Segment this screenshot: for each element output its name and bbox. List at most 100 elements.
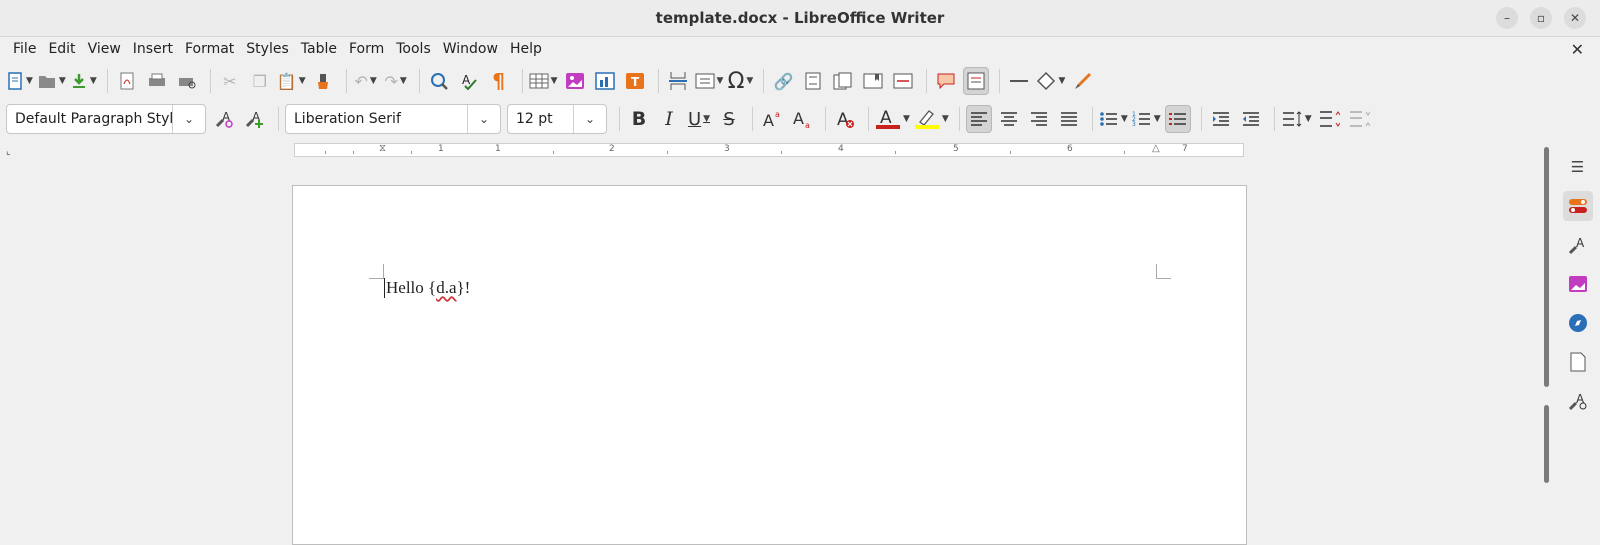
font-name-combo[interactable]: Liberation Serif ⌄ bbox=[285, 104, 501, 134]
line-spacing-icon[interactable]: ▼ bbox=[1281, 105, 1312, 133]
menu-table[interactable]: Table bbox=[295, 37, 343, 61]
save-icon[interactable]: ▼ bbox=[70, 67, 97, 95]
menu-window[interactable]: Window bbox=[437, 37, 504, 61]
hyperlink-icon[interactable]: 🔗 bbox=[770, 67, 796, 95]
right-indent-marker[interactable]: △ bbox=[1152, 143, 1160, 154]
open-icon[interactable]: ▼ bbox=[37, 67, 66, 95]
paragraph-style-value[interactable]: Default Paragraph Styl bbox=[7, 111, 172, 127]
find-replace-icon[interactable] bbox=[426, 67, 452, 95]
menu-file[interactable]: File bbox=[7, 37, 42, 61]
misspelled-word[interactable]: d.a bbox=[436, 278, 456, 297]
menu-help[interactable]: Help bbox=[504, 37, 548, 61]
paragraph-spacing-decrease-icon[interactable] bbox=[1346, 105, 1372, 133]
menu-view[interactable]: View bbox=[82, 37, 127, 61]
font-name-value[interactable]: Liberation Serif bbox=[286, 111, 467, 127]
document-paragraph[interactable]: Hello {d.a}! bbox=[384, 278, 470, 298]
menu-edit[interactable]: Edit bbox=[42, 37, 81, 61]
strikethrough-icon[interactable]: S bbox=[716, 105, 742, 133]
menu-styles[interactable]: Styles bbox=[240, 37, 294, 61]
menu-insert[interactable]: Insert bbox=[127, 37, 179, 61]
table-icon[interactable]: ▼ bbox=[529, 67, 558, 95]
cut-icon[interactable]: ✂ bbox=[217, 67, 243, 95]
cross-reference-icon[interactable] bbox=[890, 67, 916, 95]
gallery-icon[interactable] bbox=[1563, 269, 1593, 299]
svg-text:A: A bbox=[763, 111, 774, 129]
text-box-icon[interactable]: T bbox=[622, 67, 648, 95]
maximize-button[interactable]: ▫ bbox=[1530, 7, 1552, 29]
image-icon[interactable] bbox=[562, 67, 588, 95]
subscript-icon[interactable]: Aa bbox=[789, 105, 815, 133]
menu-tools[interactable]: Tools bbox=[390, 37, 437, 61]
chart-icon[interactable] bbox=[592, 67, 618, 95]
font-color-icon[interactable]: A ▼ bbox=[875, 105, 910, 133]
separator bbox=[106, 69, 108, 93]
style-inspector-icon[interactable]: A bbox=[1563, 386, 1593, 416]
clear-formatting-icon[interactable]: A bbox=[832, 105, 858, 133]
menu-bar: File Edit View Insert Format Styles Tabl… bbox=[0, 37, 1600, 61]
new-icon[interactable]: ▼ bbox=[6, 67, 33, 95]
menu-format[interactable]: Format bbox=[179, 37, 240, 61]
justify-icon[interactable] bbox=[1056, 105, 1082, 133]
outline-icon[interactable] bbox=[1164, 105, 1191, 133]
chevron-down-icon[interactable]: ⌄ bbox=[573, 105, 606, 133]
chevron-down-icon[interactable]: ⌄ bbox=[467, 105, 500, 133]
redo-icon[interactable]: ↷ ▼ bbox=[383, 67, 409, 95]
ruler-number: 3 bbox=[724, 144, 730, 154]
undo-icon[interactable]: ↶ ▼ bbox=[353, 67, 379, 95]
spelling-icon[interactable]: A bbox=[456, 67, 482, 95]
paste-icon[interactable]: 📋 ▼ bbox=[277, 67, 306, 95]
new-style-icon[interactable]: A bbox=[242, 105, 268, 133]
italic-icon[interactable]: I bbox=[656, 105, 682, 133]
minimize-button[interactable]: – bbox=[1496, 7, 1518, 29]
highlight-icon[interactable]: ▼ bbox=[914, 105, 949, 133]
copy-icon[interactable]: ❐ bbox=[247, 67, 273, 95]
formatting-marks-icon[interactable]: ¶ bbox=[486, 67, 512, 95]
menu-form[interactable]: Form bbox=[343, 37, 390, 61]
align-right-icon[interactable] bbox=[1026, 105, 1052, 133]
update-style-icon[interactable]: A bbox=[212, 105, 238, 133]
page-icon[interactable] bbox=[1563, 347, 1593, 377]
underline-icon[interactable]: U ▼ bbox=[686, 105, 712, 133]
endnote-icon[interactable] bbox=[830, 67, 856, 95]
styles-icon[interactable]: A bbox=[1563, 230, 1593, 260]
footnote-icon[interactable] bbox=[800, 67, 826, 95]
special-character-icon[interactable]: Ω ▼ bbox=[727, 67, 754, 95]
export-pdf-icon[interactable] bbox=[114, 67, 140, 95]
bullets-icon[interactable]: ▼ bbox=[1099, 105, 1128, 133]
close-document-icon[interactable]: ✕ bbox=[1571, 40, 1584, 59]
track-changes-icon[interactable] bbox=[963, 67, 990, 95]
page[interactable]: Hello {d.a}! bbox=[292, 185, 1247, 545]
clone-formatting-icon[interactable] bbox=[310, 67, 336, 95]
decrease-indent-icon[interactable] bbox=[1238, 105, 1264, 133]
sidebar-collapse-handle[interactable] bbox=[1544, 405, 1549, 483]
increase-indent-icon[interactable] bbox=[1208, 105, 1234, 133]
left-indent-marker[interactable]: ⧖ bbox=[379, 143, 386, 154]
close-window-button[interactable]: ✕ bbox=[1564, 7, 1586, 29]
shapes-icon[interactable]: ▼ bbox=[1036, 67, 1065, 95]
bookmark-icon[interactable] bbox=[860, 67, 886, 95]
align-left-icon[interactable] bbox=[965, 105, 992, 133]
navigator-icon[interactable] bbox=[1563, 308, 1593, 338]
line-icon[interactable] bbox=[1006, 67, 1032, 95]
print-preview-icon[interactable] bbox=[174, 67, 200, 95]
align-center-icon[interactable] bbox=[996, 105, 1022, 133]
comment-icon[interactable] bbox=[933, 67, 959, 95]
print-icon[interactable] bbox=[144, 67, 170, 95]
field-icon[interactable]: ▼ bbox=[695, 67, 723, 95]
font-size-combo[interactable]: 12 pt ⌄ bbox=[507, 104, 607, 134]
tab-stop-selector[interactable]: ⌞ bbox=[6, 146, 11, 157]
scrollbar-thumb[interactable] bbox=[1544, 147, 1549, 387]
vertical-scrollbar[interactable] bbox=[1540, 143, 1554, 539]
font-size-value[interactable]: 12 pt bbox=[508, 111, 573, 127]
page-break-icon[interactable] bbox=[665, 67, 691, 95]
draw-icon[interactable] bbox=[1069, 67, 1095, 95]
bold-icon[interactable]: B bbox=[626, 105, 652, 133]
superscript-icon[interactable]: Aa bbox=[759, 105, 785, 133]
chevron-down-icon[interactable]: ⌄ bbox=[172, 105, 205, 133]
properties-icon[interactable] bbox=[1562, 191, 1593, 221]
sidebar-menu-icon[interactable]: ☰ bbox=[1563, 152, 1593, 182]
paragraph-style-combo[interactable]: Default Paragraph Styl ⌄ bbox=[6, 104, 206, 134]
horizontal-ruler[interactable]: ⧖ 1 1 2 3 4 5 6 △ 7 bbox=[294, 143, 1244, 157]
paragraph-spacing-increase-icon[interactable] bbox=[1316, 105, 1342, 133]
numbering-icon[interactable]: 1 2 3 ▼ bbox=[1132, 105, 1161, 133]
